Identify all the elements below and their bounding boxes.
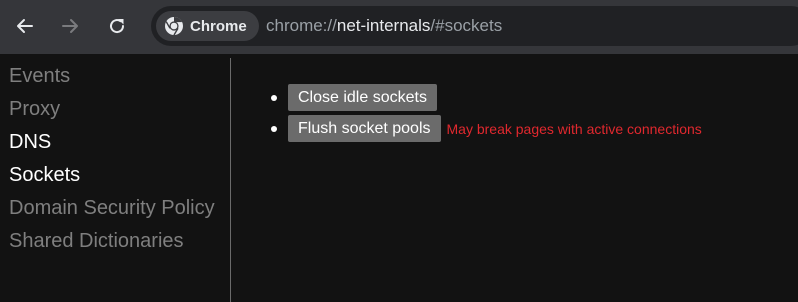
sockets-panel: Close idle sockets Flush socket pools Ma… <box>231 58 798 302</box>
forward-button[interactable] <box>55 11 85 41</box>
url-path: /#sockets <box>430 16 503 35</box>
bullet <box>271 94 277 101</box>
chip-label: Chrome <box>190 17 247 35</box>
chrome-logo-icon <box>165 16 183 36</box>
close-idle-sockets-button[interactable]: Close idle sockets <box>288 84 437 111</box>
url-text[interactable]: chrome://net-internals/#sockets <box>266 6 502 46</box>
sidebar-item-proxy[interactable]: Proxy <box>9 98 60 121</box>
list-item: Flush socket pools May break pages with … <box>271 115 702 142</box>
sidebar-nav: Events Proxy DNS Sockets Domain Security… <box>0 58 231 302</box>
list-item: Close idle sockets <box>271 84 437 111</box>
flush-socket-pools-button[interactable]: Flush socket pools <box>288 115 441 142</box>
bullet <box>271 125 277 132</box>
arrow-left-icon <box>17 19 33 33</box>
address-bar[interactable]: Chrome chrome://net-internals/#sockets <box>151 6 798 46</box>
flush-warning-text: May break pages with active connections <box>446 120 702 137</box>
sidebar-item-domain-security-policy[interactable]: Domain Security Policy <box>9 197 215 220</box>
url-scheme: chrome:// <box>266 16 337 35</box>
arrow-right-icon <box>62 19 78 33</box>
url-host: net-internals <box>336 16 431 35</box>
reload-button[interactable] <box>102 11 132 41</box>
sidebar-item-dns[interactable]: DNS <box>9 131 51 154</box>
sidebar-item-shared-dictionaries[interactable]: Shared Dictionaries <box>9 230 184 253</box>
reload-icon <box>110 19 125 34</box>
back-button[interactable] <box>10 11 40 41</box>
site-info-chip[interactable]: Chrome <box>156 11 259 41</box>
browser-toolbar: Chrome chrome://net-internals/#sockets <box>0 0 798 54</box>
sidebar-item-sockets[interactable]: Sockets <box>9 164 80 187</box>
sidebar-item-events[interactable]: Events <box>9 65 70 88</box>
